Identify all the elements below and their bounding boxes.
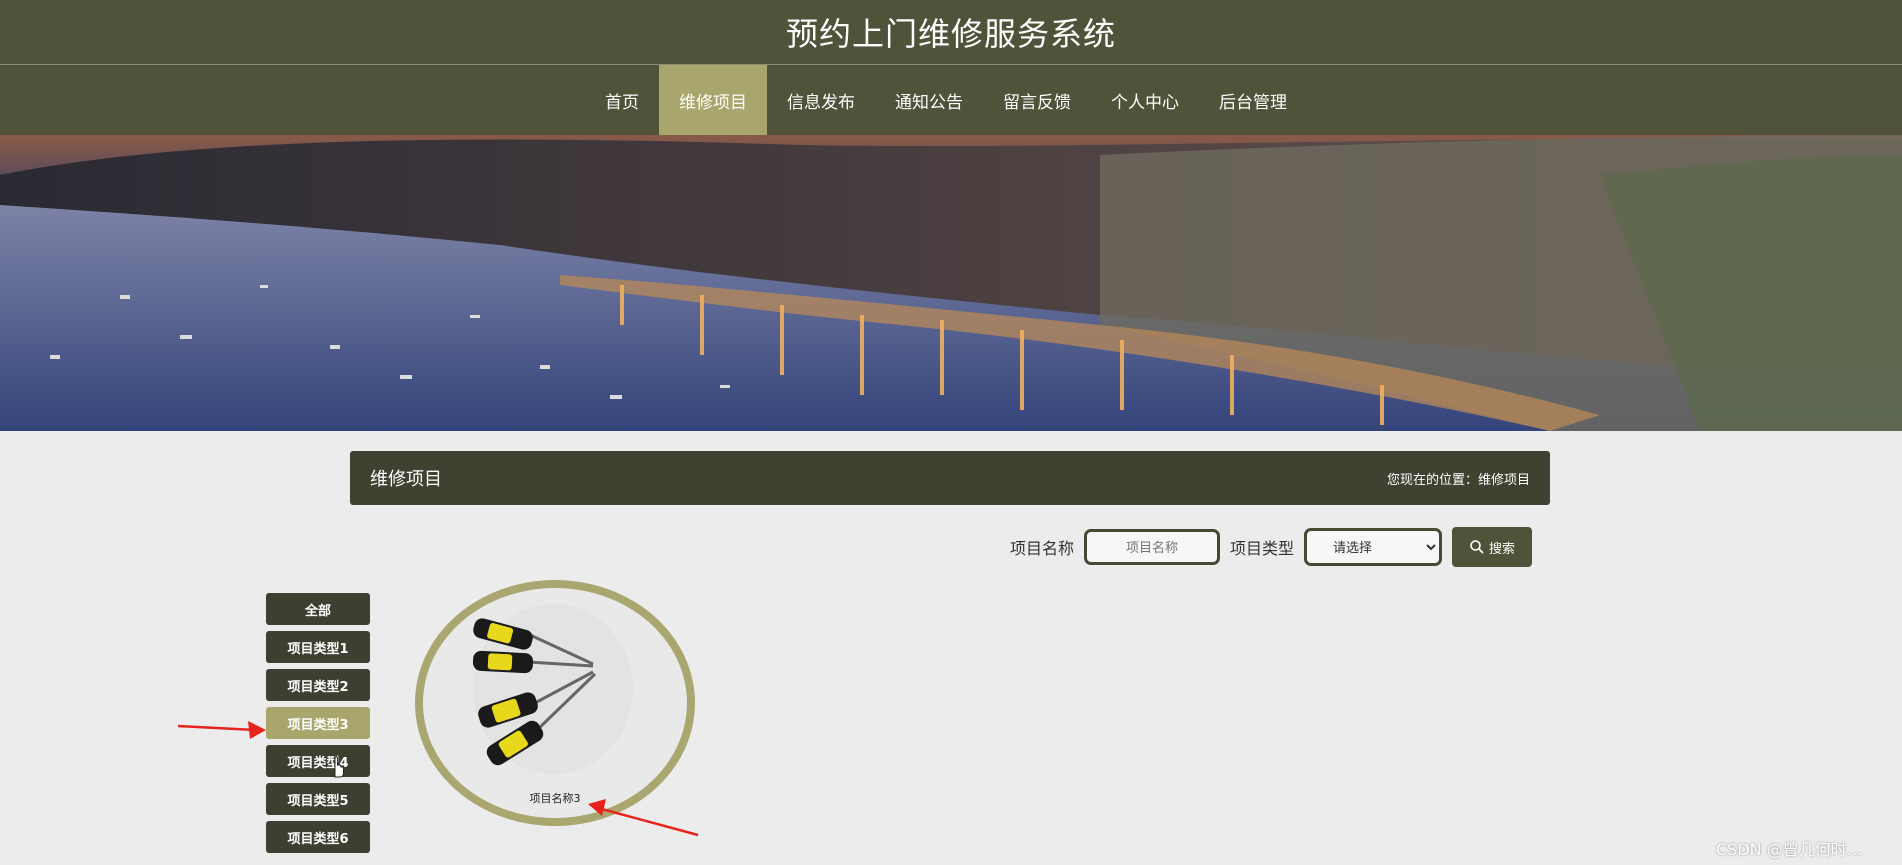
nav-item-notices[interactable]: 通知公告 <box>875 65 983 135</box>
category-type-4[interactable]: 项目类型4 <box>266 745 370 777</box>
search-button[interactable]: 搜索 <box>1452 527 1533 567</box>
section-title: 维修项目 <box>370 469 442 490</box>
category-type-1[interactable]: 项目类型1 <box>266 631 370 663</box>
category-type-2[interactable]: 项目类型2 <box>266 669 370 701</box>
watermark: CSDN @曾几何时… <box>1716 840 1863 859</box>
arrow-to-category-icon <box>177 721 266 739</box>
hand-cursor-icon <box>334 756 344 778</box>
search-icon <box>1470 540 1484 554</box>
breadcrumb: 您现在的位置：维修项目 <box>1386 472 1530 488</box>
project-type-label: 项目类型 <box>1230 539 1295 558</box>
banner-harbor-image <box>0 135 1902 431</box>
category-type-5[interactable]: 项目类型5 <box>266 783 370 815</box>
nav-item-personal-center[interactable]: 个人中心 <box>1091 65 1199 135</box>
search-bar: 项目名称 项目类型 请选择 搜索 <box>1010 527 1533 567</box>
category-list: 全部 项目类型1 项目类型2 项目类型3 项目类型4 项目类型5 项目类型6 <box>266 593 370 859</box>
project-name-input[interactable] <box>1084 529 1221 565</box>
nav-item-info-publish[interactable]: 信息发布 <box>767 65 875 135</box>
nav-item-repair-projects[interactable]: 维修项目 <box>659 65 767 135</box>
site-header: 预约上门维修服务系统 <box>0 0 1902 65</box>
nav-item-home[interactable]: 首页 <box>585 65 659 135</box>
nav-item-admin[interactable]: 后台管理 <box>1199 65 1307 135</box>
category-all[interactable]: 全部 <box>266 593 370 625</box>
section-header: 维修项目 您现在的位置：维修项目 <box>350 451 1550 505</box>
site-title: 预约上门维修服务系统 <box>785 15 1116 53</box>
main-nav: 首页 维修项目 信息发布 通知公告 留言反馈 个人中心 后台管理 <box>0 65 1902 135</box>
search-button-label: 搜索 <box>1489 540 1516 556</box>
hero-banner <box>0 135 1902 431</box>
category-type-6[interactable]: 项目类型6 <box>266 821 370 853</box>
project-card-image <box>472 604 633 774</box>
project-type-select[interactable]: 请选择 <box>1304 528 1443 566</box>
category-type-3[interactable]: 项目类型3 <box>266 707 370 739</box>
nav-item-feedback[interactable]: 留言反馈 <box>983 65 1091 135</box>
screwdriver-set-image <box>472 618 597 766</box>
project-name-label: 项目名称 <box>1010 539 1075 558</box>
project-card-name[interactable]: 项目名称3 <box>423 790 687 806</box>
project-card[interactable]: 项目名称3 <box>415 580 695 826</box>
